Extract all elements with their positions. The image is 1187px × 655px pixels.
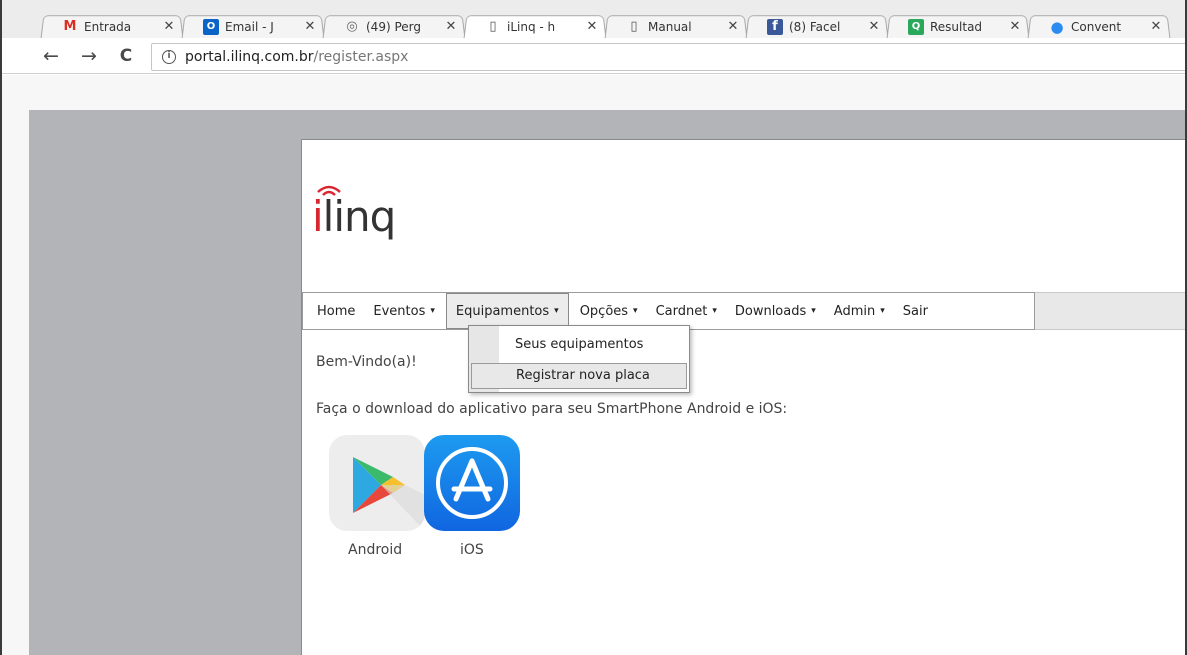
menu-sair[interactable]: Sair (894, 293, 937, 329)
site-container: ilinq Home Eventos ▾ Equipamentos ▾ Opções… (301, 139, 1185, 655)
close-icon[interactable]: ✕ (1008, 19, 1022, 34)
close-icon[interactable]: ✕ (162, 19, 176, 34)
close-icon[interactable]: ✕ (1149, 19, 1163, 34)
logo-wordmark: ilinq (312, 192, 396, 241)
forward-arrow-icon[interactable]: → (79, 46, 99, 66)
tab-outlook[interactable]: O Email - J ✕ (181, 15, 325, 39)
back-arrow-icon[interactable]: ← (41, 46, 61, 66)
tab-title: Entrada (84, 19, 132, 34)
address-bar[interactable]: i portal.ilinq.com.br/register.aspx (151, 43, 1185, 71)
facebook-icon: f (767, 18, 783, 35)
caret-down-icon: ▾ (633, 306, 638, 316)
caret-down-icon: ▾ (554, 306, 559, 316)
close-icon[interactable]: ✕ (303, 19, 317, 34)
tab-convent[interactable]: ● Convent ✕ (1027, 15, 1171, 39)
outlook-icon: O (203, 18, 219, 35)
android-label[interactable]: Android (348, 542, 402, 558)
menu-opcoes[interactable]: Opções ▾ (571, 293, 647, 329)
caret-down-icon: ▾ (430, 306, 435, 316)
close-icon[interactable]: ✕ (867, 19, 881, 34)
tab-facebook[interactable]: f (8) Facel ✕ (745, 15, 889, 39)
close-icon[interactable]: ✕ (585, 19, 599, 34)
download-instructions: Faça o download do aplicativo para seu S… (316, 401, 788, 417)
caret-down-icon: ▾ (712, 306, 717, 316)
tab-manual[interactable]: ▯ Manual ✕ (604, 15, 748, 39)
close-icon[interactable]: ✕ (444, 19, 458, 34)
menu-eventos[interactable]: Eventos ▾ (364, 293, 444, 329)
chat-icon: ● (1050, 17, 1064, 36)
tab-gmail[interactable]: M Entrada ✕ (40, 15, 184, 39)
caret-down-icon: ▾ (811, 306, 816, 316)
dropdown-item-seus-equipamentos[interactable]: Seus equipamentos (471, 332, 687, 358)
page-icon: ▯ (489, 18, 497, 34)
google-play-icon[interactable] (329, 435, 425, 531)
menu-cardnet[interactable]: Cardnet ▾ (647, 293, 726, 329)
url-path: /register.aspx (313, 49, 409, 65)
app-store-icon[interactable] (424, 435, 520, 531)
tab-title: Resultad (930, 19, 983, 34)
qd-icon: Q (908, 18, 924, 35)
equipamentos-dropdown: Seus equipamentos Registrar nova placa (468, 325, 690, 393)
menu-downloads[interactable]: Downloads ▾ (726, 293, 825, 329)
tab-title: (49) Perg (366, 19, 421, 34)
page-viewport: ilinq Home Eventos ▾ Equipamentos ▾ Opções… (2, 75, 1185, 655)
dropdown-item-registrar-nova-placa[interactable]: Registrar nova placa (471, 363, 687, 389)
quora-like-icon: ◎ (346, 18, 358, 34)
info-icon[interactable]: i (162, 50, 176, 64)
window-frame: M Entrada ✕ O Email - J ✕ ◎ (49) Perg ✕ … (0, 0, 1187, 655)
tab-title: (8) Facel (789, 19, 841, 34)
close-icon[interactable]: ✕ (726, 19, 740, 34)
menu-admin[interactable]: Admin ▾ (825, 293, 894, 329)
tab-ilinq[interactable]: ▯ iLinq - h ✕ (463, 15, 607, 39)
page-icon: ▯ (630, 18, 638, 34)
tab-resultados[interactable]: Q Resultad ✕ (886, 15, 1030, 39)
welcome-text: Bem-Vindo(a)! (316, 354, 417, 370)
tab-strip: M Entrada ✕ O Email - J ✕ ◎ (49) Perg ✕ … (2, 0, 1185, 39)
url-host: portal.ilinq.com.br (185, 49, 314, 65)
menu-home[interactable]: Home (303, 293, 364, 329)
tab-question[interactable]: ◎ (49) Perg ✕ (322, 15, 466, 39)
ios-label[interactable]: iOS (460, 542, 484, 558)
url-text[interactable]: portal.ilinq.com.br/register.aspx (185, 49, 408, 65)
main-menu-bar: Home Eventos ▾ Equipamentos ▾ Opções ▾ Card… (302, 292, 1185, 330)
caret-down-icon: ▾ (880, 306, 885, 316)
reload-icon[interactable]: C (116, 46, 136, 66)
ilinq-logo[interactable]: ilinq (312, 180, 432, 250)
gmail-icon: M (63, 18, 77, 34)
tab-title: Manual (648, 19, 692, 34)
tab-title: Email - J (225, 19, 274, 34)
tab-title: iLinq - h (507, 19, 556, 34)
browser-toolbar: ← → C i portal.ilinq.com.br/register.asp… (2, 38, 1185, 74)
menu-equipamentos[interactable]: Equipamentos ▾ (445, 293, 569, 329)
tab-title: Convent (1071, 19, 1122, 34)
